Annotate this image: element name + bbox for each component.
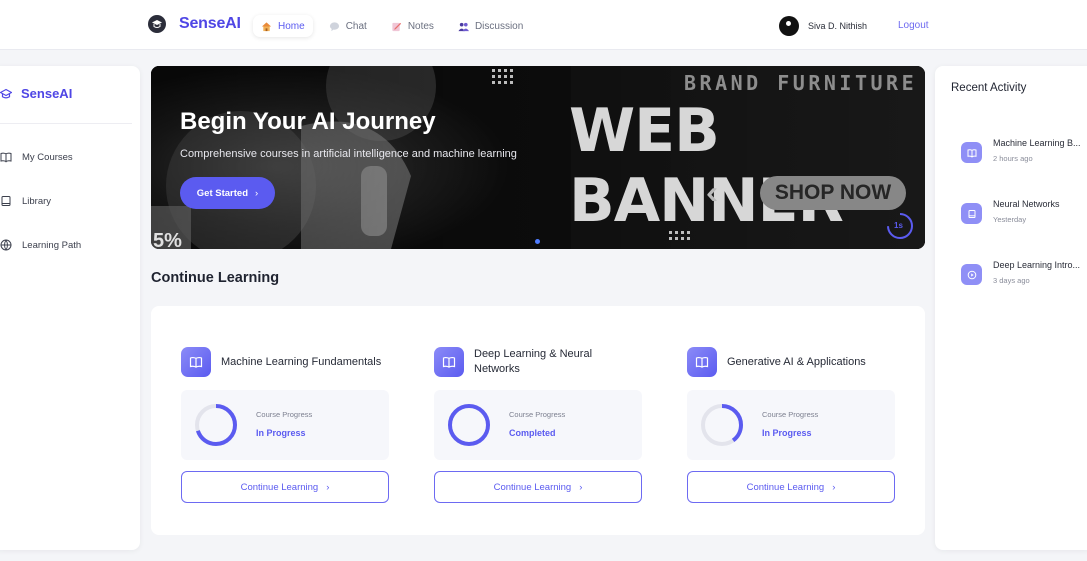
sidebar-item-learning-path[interactable]: Learning Path bbox=[0, 239, 81, 251]
course-title: Machine Learning Fundamentals bbox=[221, 355, 382, 368]
book-icon bbox=[961, 203, 982, 224]
hero-subtitle: Comprehensive courses in artificial inte… bbox=[180, 148, 517, 160]
continue-learning-label: Continue Learning bbox=[746, 481, 825, 493]
sidebar-brand-name: SenseAI bbox=[21, 86, 73, 101]
activity-item[interactable]: Neural Networks Yesterday bbox=[961, 199, 1060, 224]
recent-activity-panel: Recent Activity Machine Learning B... 2 … bbox=[935, 66, 1087, 550]
globe-icon bbox=[0, 239, 12, 251]
activity-time: 2 hours ago bbox=[993, 154, 1033, 163]
course-status: Completed bbox=[509, 428, 556, 438]
get-started-label: Get Started bbox=[196, 187, 249, 199]
recent-activity-title: Recent Activity bbox=[951, 82, 1027, 94]
course-title: Deep Learning & Neural Networks bbox=[474, 348, 593, 375]
hero-banner[interactable]: 5% BRAND FURNITURE WEB BANNER ‹‹‹ SHOP N… bbox=[151, 66, 925, 249]
activity-item[interactable]: Deep Learning Intro... 3 days ago bbox=[961, 260, 1080, 285]
course-progress-card: Course Progress In Progress bbox=[687, 390, 895, 460]
book-open-icon bbox=[961, 142, 982, 163]
user-menu[interactable]: Siva D. Nithish bbox=[779, 16, 867, 36]
course-progress-label: Course Progress bbox=[509, 410, 566, 419]
sidebar: SenseAI My Courses Library Learning Path bbox=[0, 66, 140, 550]
nav-notes[interactable]: Notes bbox=[383, 15, 442, 37]
user-name: Siva D. Nithish bbox=[808, 21, 868, 31]
course-header: Machine Learning Fundamentals bbox=[181, 346, 389, 378]
activity-name: Neural Networks bbox=[993, 199, 1060, 209]
course-status: In Progress bbox=[256, 428, 306, 438]
top-navbar: SenseAI Home Chat Notes Discussion Siva … bbox=[0, 0, 1087, 50]
course-progress-label: Course Progress bbox=[256, 410, 313, 419]
course-progress-card: Course Progress Completed bbox=[434, 390, 642, 460]
book-icon bbox=[1, 196, 11, 206]
activity-time: 3 days ago bbox=[993, 276, 1030, 285]
app-logo[interactable]: SenseAI bbox=[148, 15, 241, 33]
banner-headline-text: WEB BANNER bbox=[569, 96, 844, 236]
logout-link[interactable]: Logout bbox=[898, 20, 929, 31]
continue-learning-button[interactable]: Continue Learning › bbox=[181, 471, 389, 503]
hero-title: Begin Your AI Journey bbox=[180, 108, 436, 135]
get-started-button[interactable]: Get Started › bbox=[180, 177, 275, 209]
nav-discussion-label: Discussion bbox=[474, 20, 524, 32]
continue-learning-title: Continue Learning bbox=[151, 270, 280, 286]
carousel-dot[interactable] bbox=[535, 239, 540, 244]
main-nav: Home Chat Notes Discussion bbox=[253, 15, 539, 37]
course-title: Generative AI & Applications bbox=[727, 355, 866, 368]
chevron-right-icon: › bbox=[255, 187, 259, 199]
course-progress-card: Course Progress In Progress bbox=[181, 390, 389, 460]
discussion-icon bbox=[458, 22, 469, 31]
sidebar-divider bbox=[0, 123, 132, 124]
sidebar-item-library[interactable]: Library bbox=[0, 195, 51, 207]
nav-notes-label: Notes bbox=[407, 20, 434, 32]
nav-chat-label: Chat bbox=[345, 20, 367, 32]
sidebar-brand[interactable]: SenseAI bbox=[0, 86, 72, 101]
course-progress-label: Course Progress bbox=[762, 410, 819, 419]
course-header: Deep Learning & Neural Networks bbox=[434, 346, 642, 378]
continue-learning-label: Continue Learning bbox=[493, 481, 572, 493]
course-status: In Progress bbox=[762, 428, 812, 438]
sidebar-item-label: My Courses bbox=[22, 151, 73, 163]
continue-learning-button[interactable]: Continue Learning › bbox=[434, 471, 642, 503]
chevrons-left-icon: ‹‹‹ bbox=[706, 174, 718, 210]
book-open-icon bbox=[434, 347, 464, 377]
activity-item[interactable]: Machine Learning B... 2 hours ago bbox=[961, 138, 1081, 163]
sidebar-item-label: Library bbox=[22, 195, 52, 207]
hero-badge-text: 5% bbox=[153, 230, 182, 249]
chevron-right-icon: › bbox=[579, 481, 583, 493]
nav-home-label: Home bbox=[278, 20, 305, 32]
brand-name: SenseAI bbox=[179, 15, 241, 32]
avatar bbox=[779, 16, 799, 36]
banner-brand-text: BRAND FURNITURE bbox=[684, 71, 918, 95]
book-open-icon bbox=[181, 347, 211, 377]
banner-shop-text: SHOP NOW bbox=[760, 176, 906, 210]
book-open-icon bbox=[0, 152, 12, 163]
graduation-cap-icon bbox=[0, 88, 12, 98]
continue-learning-label: Continue Learning bbox=[240, 481, 319, 493]
graduation-cap-icon bbox=[148, 15, 166, 33]
notes-icon bbox=[392, 22, 401, 31]
chat-icon bbox=[329, 21, 339, 31]
activity-time: Yesterday bbox=[993, 215, 1027, 224]
sidebar-item-my-courses[interactable]: My Courses bbox=[0, 151, 73, 163]
courses-panel: Machine Learning Fundamentals Course Pro… bbox=[151, 306, 925, 535]
slide-timer-label: 1s bbox=[894, 221, 903, 230]
progress-ring bbox=[195, 404, 237, 446]
continue-learning-button[interactable]: Continue Learning › bbox=[687, 471, 895, 503]
play-icon bbox=[961, 264, 982, 285]
sidebar-item-label: Learning Path bbox=[22, 239, 82, 251]
nav-home[interactable]: Home bbox=[253, 15, 313, 37]
progress-ring bbox=[701, 404, 743, 446]
activity-name: Deep Learning Intro... bbox=[993, 260, 1081, 270]
course-header: Generative AI & Applications bbox=[687, 346, 895, 378]
nav-chat[interactable]: Chat bbox=[321, 15, 375, 37]
chevron-right-icon: › bbox=[326, 481, 330, 493]
activity-name: Machine Learning B... bbox=[993, 138, 1081, 148]
progress-ring bbox=[448, 404, 490, 446]
home-icon bbox=[261, 21, 272, 31]
nav-discussion[interactable]: Discussion bbox=[450, 15, 531, 37]
chevron-right-icon: › bbox=[832, 481, 836, 493]
book-open-icon bbox=[687, 347, 717, 377]
